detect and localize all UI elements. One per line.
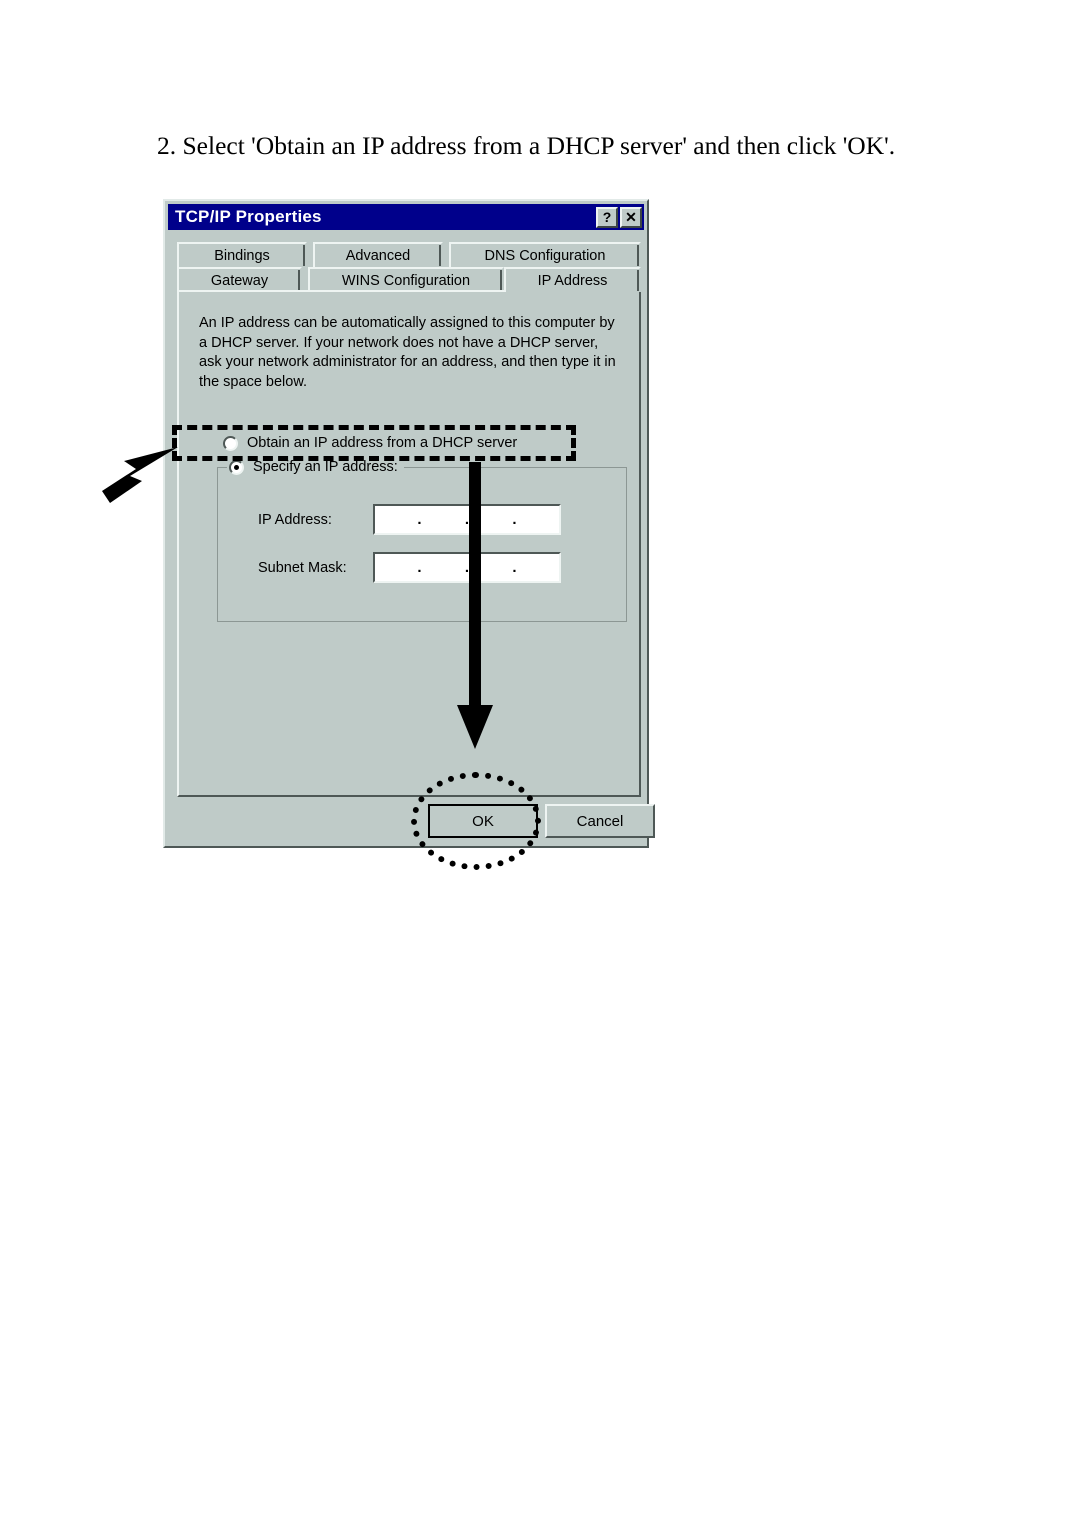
ip-address-label: IP Address: [258,511,332,528]
panel-description-text: An IP address can be automatically assig… [199,315,616,390]
subnet-mask-label: Subnet Mask: [258,559,347,576]
tab-dns-configuration[interactable]: DNS Configuration [449,242,641,267]
radio-label-specify: Specify an IP address: [253,459,398,475]
subnet-mask-row: Subnet Mask: . . . [258,552,561,583]
ip-address-input[interactable]: . . . [373,504,561,535]
radio-obtain-ip-dhcp[interactable]: Obtain an IP address from a DHCP server [223,435,517,451]
tab-advanced[interactable]: Advanced [313,242,443,267]
subnet-octet-3[interactable] [470,554,512,581]
tab-bindings[interactable]: Bindings [177,242,307,267]
tab-row-bottom: Gateway WINS Configuration IP Address [177,267,641,292]
tcpip-properties-dialog: TCP/IP Properties ? ✕ Bindings Advanced … [163,199,655,848]
ip-octet-2[interactable] [423,506,465,533]
ip-address-row: IP Address: . . . [258,504,561,535]
ip-octet-4[interactable] [518,506,560,533]
tab-ip-address[interactable]: IP Address [504,267,641,292]
tab-strip: Bindings Advanced DNS Configuration Gate… [177,242,641,292]
tab-row-top: Bindings Advanced DNS Configuration [177,242,641,267]
ip-octet-3[interactable] [470,506,512,533]
tab-gateway[interactable]: Gateway [177,267,302,292]
ip-octet-1[interactable] [375,506,417,533]
subnet-octet-2[interactable] [423,554,465,581]
subnet-mask-input[interactable]: . . . [373,552,561,583]
help-icon[interactable]: ? [596,206,618,228]
page-title: 2. Select 'Obtain an IP address from a D… [157,131,896,160]
radio-specify-ip[interactable]: Specify an IP address: [227,457,404,477]
radio-label-dhcp: Obtain an IP address from a DHCP server [247,435,518,451]
ok-button[interactable]: OK [428,804,538,838]
subnet-octet-1[interactable] [375,554,417,581]
ip-address-tab-panel: An IP address can be automatically assig… [177,290,641,797]
subnet-octet-4[interactable] [518,554,560,581]
dialog-title: TCP/IP Properties [175,207,322,226]
dialog-titlebar: TCP/IP Properties ? ✕ [168,204,644,230]
tab-wins-configuration[interactable]: WINS Configuration [308,267,504,292]
radio-indicator-specify[interactable] [229,459,244,475]
specify-ip-group: Specify an IP address: IP Address: . . .… [217,457,627,622]
radio-indicator-dhcp[interactable] [223,435,238,451]
close-icon[interactable]: ✕ [620,206,642,228]
cancel-button[interactable]: Cancel [545,804,655,838]
